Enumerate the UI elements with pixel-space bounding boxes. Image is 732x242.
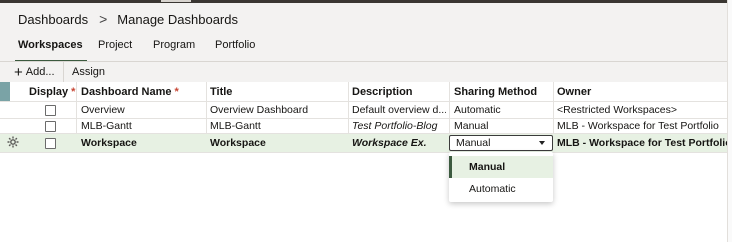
gear-icon[interactable]	[6, 135, 20, 149]
column-header-owner[interactable]: Owner	[557, 82, 591, 101]
sharing-method-select[interactable]: Manual	[449, 135, 553, 151]
dropdown-option-automatic[interactable]: Automatic	[449, 178, 553, 200]
required-marker: *	[174, 85, 179, 98]
row-divider	[0, 152, 728, 153]
column-header-description[interactable]: Description	[352, 82, 413, 101]
breadcrumb-root[interactable]: Dashboards	[18, 12, 88, 27]
cell-title[interactable]: Workspace	[210, 134, 266, 151]
cell-sharing-method[interactable]: Manual	[454, 117, 488, 134]
cell-sharing-method[interactable]: Automatic	[454, 101, 501, 118]
cell-owner[interactable]: <Restricted Workspaces>	[557, 101, 677, 118]
cell-dashboard-name[interactable]: Overview	[81, 101, 125, 118]
selected-option-indicator	[449, 156, 452, 178]
required-marker: *	[71, 85, 76, 98]
column-header-display[interactable]: Display *	[29, 82, 75, 101]
column-header-title[interactable]: Title	[210, 82, 232, 101]
toolbar-separator	[63, 62, 64, 82]
chevron-down-icon	[539, 141, 545, 145]
cell-description[interactable]: Workspace Ex.	[352, 134, 446, 151]
column-header-sharing-method[interactable]: Sharing Method	[454, 82, 537, 101]
cell-owner[interactable]: MLB - Workspace for Test Portfolio	[557, 134, 732, 151]
top-bar-notch	[161, 0, 191, 2]
cell-dashboard-name[interactable]: Workspace	[81, 134, 137, 151]
right-edge	[727, 0, 732, 242]
cell-dashboard-name[interactable]: MLB-Gantt	[81, 117, 132, 134]
add-button[interactable]: + Add...	[14, 62, 55, 82]
page-title: Manage Dashboards	[117, 11, 238, 27]
dropdown-option-label: Manual	[469, 161, 506, 173]
plus-icon: +	[14, 63, 23, 81]
dropdown-option-label: Automatic	[469, 183, 516, 195]
assign-button-label: Assign	[72, 66, 106, 78]
dropdown-option-manual[interactable]: Manual	[449, 156, 553, 178]
row-header-indicator	[0, 82, 10, 102]
display-checkbox[interactable]	[45, 105, 56, 116]
column-header-dashboard-name[interactable]: Dashboard Name *	[81, 82, 179, 101]
add-button-label: Add...	[25, 66, 55, 78]
tab-program[interactable]: Program	[153, 39, 195, 51]
sharing-method-dropdown: Manual Automatic	[449, 152, 553, 202]
toolbar: + Add... Assign	[0, 62, 728, 82]
tab-bar: Workspaces Project Program Portfolio	[0, 38, 728, 63]
cell-owner[interactable]: MLB - Workspace for Test Portfolio	[557, 117, 719, 134]
assign-button[interactable]: Assign	[72, 62, 105, 82]
display-checkbox[interactable]	[45, 138, 56, 149]
column-header-display-label: Display	[29, 85, 69, 98]
cell-title[interactable]: MLB-Gantt	[210, 117, 261, 134]
tab-portfolio[interactable]: Portfolio	[215, 39, 255, 51]
tab-project[interactable]: Project	[98, 39, 132, 51]
breadcrumb-separator: >	[99, 11, 108, 27]
cell-title[interactable]: Overview Dashboard	[210, 101, 308, 118]
top-bar	[0, 0, 732, 3]
cell-description[interactable]: Test Portfolio-Blog	[352, 117, 446, 134]
breadcrumb: Dashboards > Manage Dashboards	[18, 11, 238, 27]
display-checkbox[interactable]	[45, 121, 56, 132]
cell-description[interactable]: Default overview d...	[352, 101, 446, 118]
tab-workspaces[interactable]: Workspaces	[18, 39, 83, 51]
column-header-dashboard-name-label: Dashboard Name	[81, 85, 172, 98]
sharing-method-select-value: Manual	[456, 137, 491, 149]
